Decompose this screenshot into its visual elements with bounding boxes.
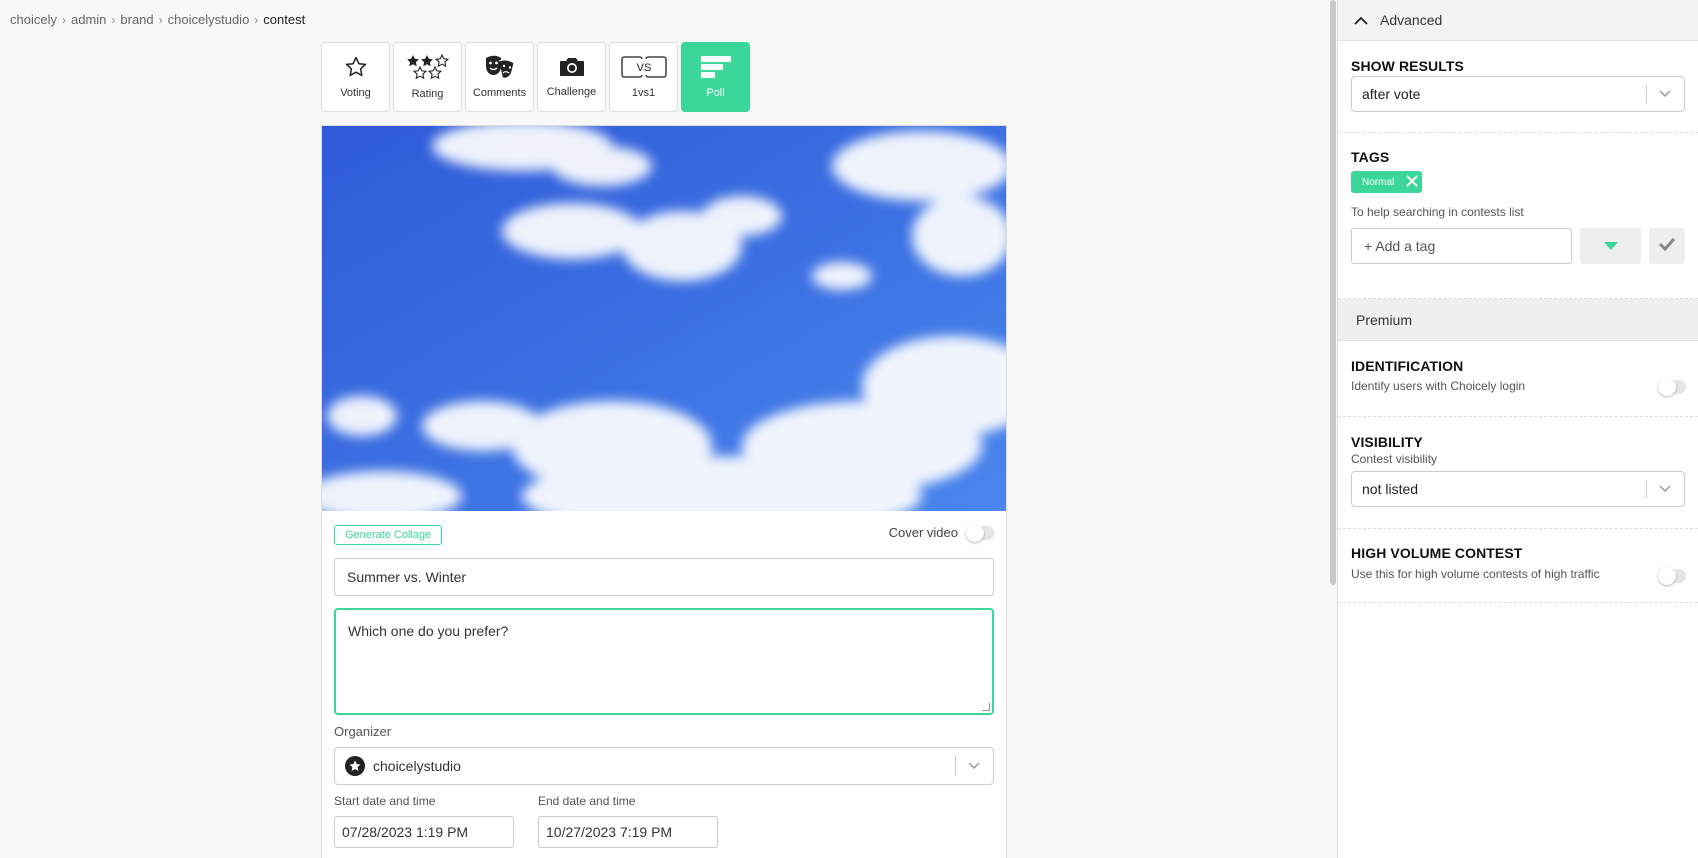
poll-bars-icon (700, 55, 732, 79)
close-icon[interactable] (1406, 174, 1418, 190)
tags-section: TAGS Normal To help searching in contest… (1338, 133, 1698, 299)
tag-chip: Normal (1351, 171, 1423, 193)
premium-section-header[interactable]: Premium (1338, 299, 1698, 341)
type-challenge-button[interactable]: Challenge (537, 42, 606, 112)
high-volume-heading: HIGH VOLUME CONTEST (1351, 545, 1523, 561)
chevron-down-icon[interactable] (1646, 77, 1684, 111)
show-results-section: SHOW RESULTS after vote (1338, 41, 1698, 133)
chevron-right-icon: › (158, 12, 163, 27)
start-date-label: Start date and time (334, 794, 436, 808)
star-icon (344, 55, 368, 79)
tags-help-text: To help searching in contests list (1351, 205, 1524, 219)
chevron-right-icon: › (61, 12, 66, 27)
end-date-label: End date and time (538, 794, 636, 808)
tag-chip-label: Normal (1362, 176, 1395, 188)
advanced-label: Advanced (1380, 12, 1443, 28)
stars-rating-icon (406, 54, 450, 80)
end-date-input[interactable]: 10/27/2023 7:19 PM (538, 816, 718, 848)
cover-video-toggle[interactable] (966, 523, 994, 542)
high-volume-subtitle: Use this for high volume contests of hig… (1351, 567, 1600, 581)
identification-toggle[interactable] (1658, 378, 1686, 396)
cover-video-label: Cover video (888, 525, 958, 540)
breadcrumb: choicely › admin › brand › choicelystudi… (10, 12, 305, 27)
show-results-select[interactable]: after vote (1351, 76, 1685, 112)
organizer-value: choicelystudio (373, 758, 461, 774)
check-icon (1658, 237, 1676, 256)
breadcrumb-item-contest: contest (263, 12, 306, 27)
high-volume-section: HIGH VOLUME CONTEST Use this for high vo… (1338, 529, 1698, 603)
chevron-down-icon[interactable] (1646, 472, 1684, 506)
type-poll-label: Poll (706, 87, 725, 99)
contest-description-text: Which one do you prefer? (348, 623, 509, 639)
identification-section: IDENTIFICATION Identify users with Choic… (1338, 341, 1698, 417)
high-volume-toggle[interactable] (1658, 567, 1686, 585)
cover-video-control: Cover video (888, 523, 994, 542)
identification-heading: IDENTIFICATION (1351, 358, 1464, 374)
start-date-input[interactable]: 07/28/2023 1:19 PM (334, 816, 514, 848)
chevron-down-icon[interactable] (955, 748, 993, 784)
show-results-value: after vote (1362, 86, 1421, 102)
contest-description-textarea[interactable]: Which one do you prefer? (334, 608, 994, 715)
visibility-value: not listed (1362, 481, 1419, 497)
identification-subtitle: Identify users with Choicely login (1351, 379, 1526, 393)
chevron-right-icon: › (111, 12, 116, 27)
main-scrollbar[interactable] (1330, 0, 1336, 585)
chevron-up-icon (1354, 12, 1368, 28)
advanced-section-header[interactable]: Advanced (1338, 0, 1698, 41)
type-comments-label: Comments (472, 87, 527, 99)
tags-heading: TAGS (1351, 149, 1390, 165)
theater-masks-icon (484, 55, 516, 79)
type-comments-button[interactable]: Comments (465, 42, 534, 112)
caret-down-icon (1603, 237, 1618, 255)
add-tag-input[interactable]: + Add a tag (1351, 228, 1573, 264)
premium-label: Premium (1356, 311, 1413, 328)
tag-dropdown-button[interactable] (1580, 228, 1642, 264)
breadcrumb-item-brand[interactable]: brand (120, 12, 153, 27)
generate-collage-button[interactable]: Generate Collage (334, 525, 443, 545)
type-1vs1-label: 1vs1 (631, 87, 656, 99)
visibility-select[interactable]: not listed (1351, 471, 1685, 507)
contest-type-selector: Voting Rating Comments Challenge VS 1vs1… (321, 42, 750, 112)
breadcrumb-item-admin[interactable]: admin (71, 12, 106, 27)
type-challenge-label: Challenge (546, 86, 597, 98)
chevron-right-icon: › (254, 12, 259, 27)
breadcrumb-item-choicelystudio[interactable]: choicelystudio (168, 12, 250, 27)
type-rating-button[interactable]: Rating (393, 42, 462, 112)
visibility-section: VISIBILITY Contest visibility not listed (1338, 417, 1698, 529)
show-results-heading: SHOW RESULTS (1351, 58, 1464, 74)
type-1vs1-button[interactable]: VS 1vs1 (609, 42, 678, 112)
vs-icon: VS (620, 55, 667, 79)
confirm-tag-button[interactable] (1649, 228, 1685, 264)
camera-icon (559, 56, 585, 78)
add-tag-row: + Add a tag (1351, 228, 1685, 264)
contest-title-input[interactable]: Summer vs. Winter (334, 558, 994, 596)
visibility-heading: VISIBILITY (1351, 434, 1423, 450)
visibility-subtitle: Contest visibility (1351, 452, 1438, 466)
organizer-select[interactable]: choicelystudio (334, 747, 994, 785)
type-rating-label: Rating (411, 88, 444, 100)
organizer-avatar (345, 756, 365, 776)
type-voting-button[interactable]: Voting (321, 42, 390, 112)
type-poll-button[interactable]: Poll (681, 42, 750, 112)
cover-image[interactable] (322, 126, 1006, 511)
settings-panel: Advanced SHOW RESULTS after vote TAGS No… (1337, 0, 1698, 858)
contest-editor-card: Generate Collage Cover video Summer vs. … (321, 125, 1007, 858)
type-voting-label: Voting (340, 87, 371, 99)
organizer-label: Organizer (334, 724, 392, 739)
breadcrumb-item-choicely[interactable]: choicely (10, 12, 57, 27)
vs-icon-text: VS (636, 62, 651, 74)
resize-handle-icon[interactable] (982, 703, 990, 711)
